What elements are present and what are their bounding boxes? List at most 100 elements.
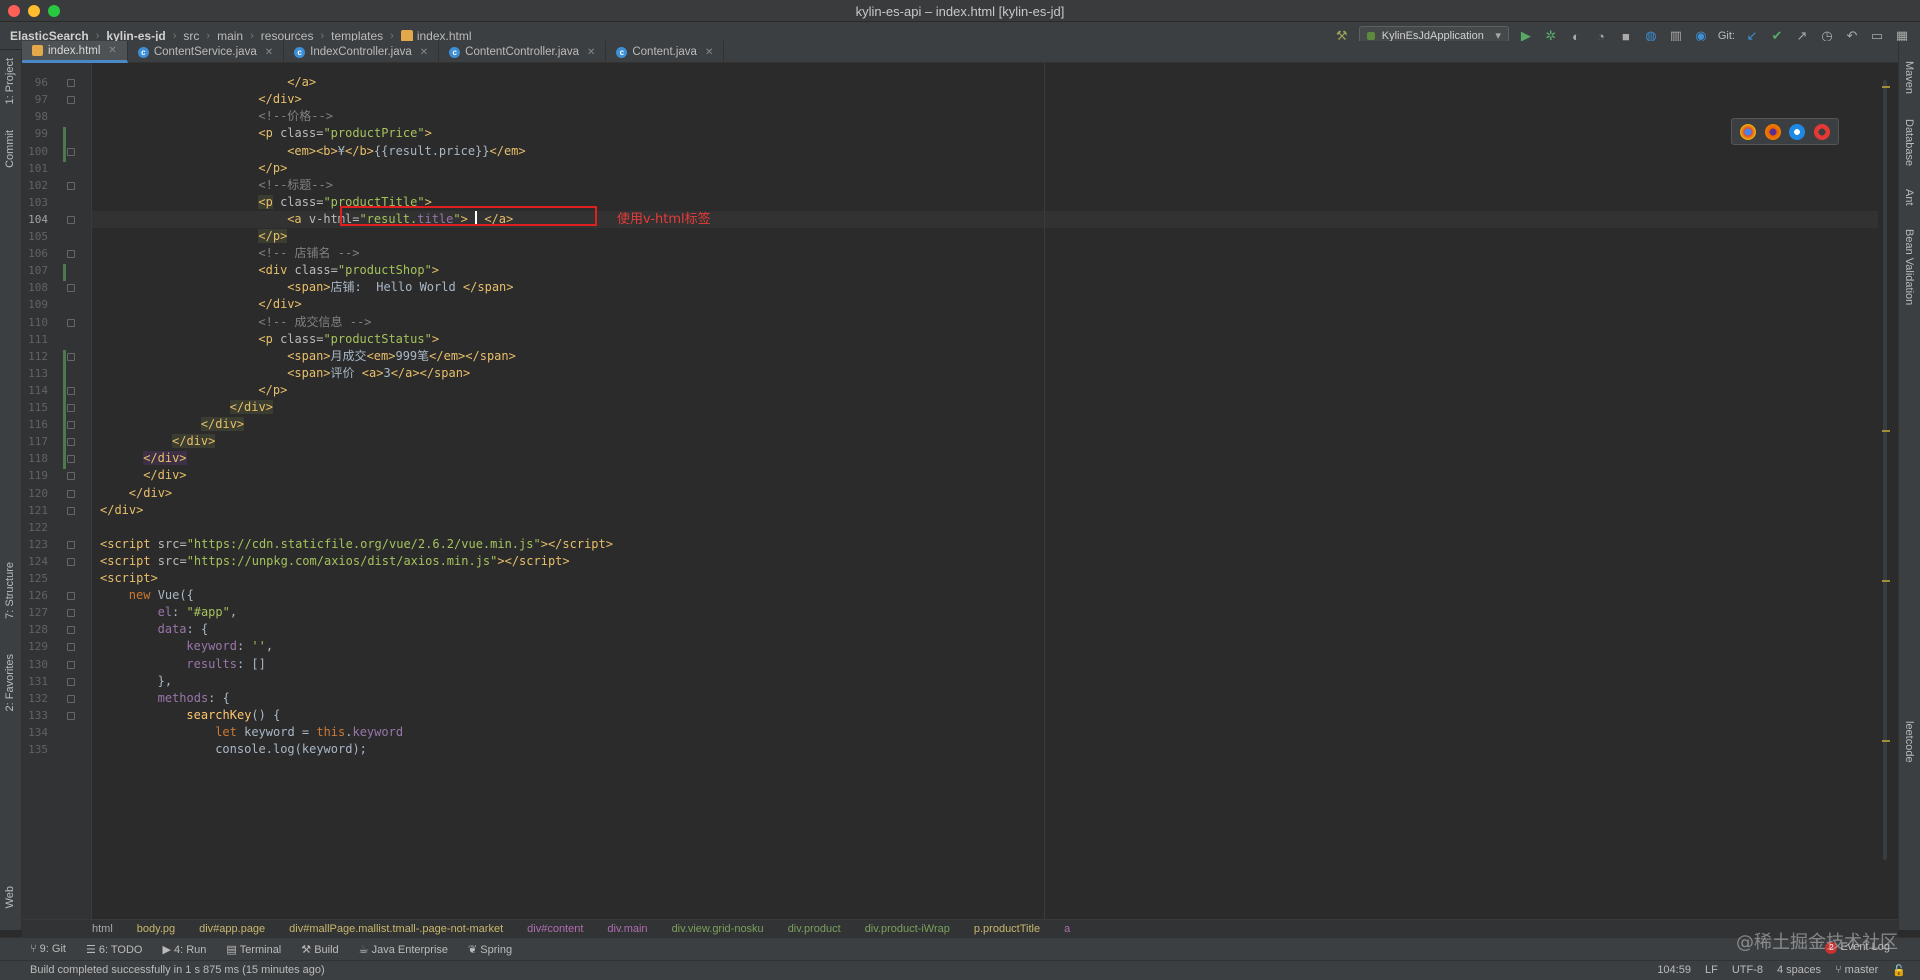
- code-line[interactable]: </div>: [92, 450, 1878, 467]
- line-number[interactable]: 127: [22, 606, 48, 619]
- line-number[interactable]: 123: [22, 538, 48, 551]
- code-line[interactable]: <span>月成交<em>999笔</em></span>: [92, 348, 1878, 365]
- code-line[interactable]: </p>: [92, 160, 1878, 177]
- vcs-change-marker[interactable]: [63, 349, 66, 470]
- line-number[interactable]: 105: [22, 230, 48, 243]
- path-crumb[interactable]: div.product: [788, 923, 841, 935]
- line-number[interactable]: 104: [22, 213, 48, 226]
- code-line[interactable]: <span>评价 <a>3</a></span>: [92, 365, 1878, 382]
- line-number[interactable]: 135: [22, 743, 48, 756]
- fold-marker-icon[interactable]: [67, 506, 75, 515]
- path-crumb[interactable]: div.main: [607, 923, 647, 935]
- status-message[interactable]: Build completed successfully in 1 s 875 …: [30, 964, 325, 976]
- path-crumb[interactable]: p.productTitle: [974, 923, 1040, 935]
- fold-marker-icon[interactable]: [67, 79, 75, 88]
- close-icon[interactable]: ✕: [587, 47, 595, 58]
- fold-marker-icon[interactable]: [67, 404, 75, 412]
- path-crumb[interactable]: body.pg: [137, 923, 175, 935]
- line-number[interactable]: 101: [22, 162, 48, 175]
- line-number[interactable]: 113: [22, 367, 48, 380]
- code-line[interactable]: let keyword = this.keyword: [92, 724, 1878, 741]
- fold-marker-icon[interactable]: [67, 677, 75, 686]
- line-number[interactable]: 129: [22, 640, 48, 653]
- indent-setting[interactable]: 4 spaces: [1777, 964, 1821, 977]
- fold-marker-icon[interactable]: [67, 318, 75, 327]
- safari-icon[interactable]: [1789, 123, 1806, 140]
- line-number[interactable]: 109: [22, 298, 48, 311]
- code-line[interactable]: <!-- 成交信息 -->: [92, 314, 1878, 331]
- fold-marker-icon[interactable]: [67, 711, 75, 720]
- line-number[interactable]: 106: [22, 247, 48, 260]
- code-line[interactable]: keyword: '',: [92, 638, 1878, 655]
- fold-marker-icon[interactable]: [67, 694, 75, 703]
- fold-marker-icon[interactable]: [67, 438, 75, 447]
- line-number[interactable]: 112: [22, 350, 48, 363]
- line-number[interactable]: 97: [22, 93, 48, 106]
- terminal-tool-button[interactable]: ▤ Terminal: [226, 943, 281, 956]
- caret-position[interactable]: 104:59: [1657, 964, 1691, 977]
- bean-validation-tool-button[interactable]: Bean Validation: [1903, 229, 1915, 305]
- line-number[interactable]: 115: [22, 401, 48, 414]
- line-number[interactable]: 110: [22, 316, 48, 329]
- fold-marker-icon[interactable]: [67, 215, 75, 224]
- code-line[interactable]: <!--标题-->: [92, 177, 1878, 194]
- line-number[interactable]: 98: [22, 110, 48, 123]
- close-icon[interactable]: ✕: [108, 45, 116, 56]
- firefox-icon[interactable]: [1764, 123, 1781, 140]
- line-number[interactable]: 118: [22, 452, 48, 465]
- line-number[interactable]: 128: [22, 623, 48, 636]
- line-number[interactable]: 107: [22, 264, 48, 277]
- line-number[interactable]: 119: [22, 469, 48, 482]
- scrollbar-thumb[interactable]: [1883, 80, 1887, 860]
- tab-content-service[interactable]: c ContentService.java ✕: [128, 41, 285, 63]
- fold-marker-icon[interactable]: [67, 643, 75, 652]
- path-crumb[interactable]: a: [1064, 923, 1070, 935]
- line-number[interactable]: 122: [22, 521, 48, 534]
- code-line[interactable]: </p>: [92, 228, 1878, 245]
- fold-marker-icon[interactable]: [67, 96, 75, 105]
- path-crumb[interactable]: div.product-iWrap: [865, 923, 950, 935]
- fold-marker-icon[interactable]: [67, 284, 75, 293]
- opera-icon[interactable]: [1813, 123, 1830, 140]
- code-line[interactable]: data: {: [92, 621, 1878, 638]
- line-number[interactable]: 116: [22, 418, 48, 431]
- file-encoding[interactable]: UTF-8: [1732, 964, 1763, 977]
- line-number[interactable]: 120: [22, 487, 48, 500]
- fold-marker-icon[interactable]: [67, 609, 75, 618]
- fold-marker-icon[interactable]: [67, 421, 75, 430]
- code-line[interactable]: methods: {: [92, 690, 1878, 707]
- ant-tool-button[interactable]: Ant: [1903, 189, 1915, 206]
- todo-tool-button[interactable]: ☰ 6: TODO: [86, 943, 143, 956]
- line-number[interactable]: 124: [22, 555, 48, 568]
- path-crumb[interactable]: html: [92, 923, 113, 935]
- fold-marker-icon[interactable]: [67, 181, 75, 190]
- spring-tool-button[interactable]: ❦ Spring: [468, 943, 512, 956]
- line-number[interactable]: 96: [22, 76, 48, 89]
- code-line[interactable]: </div>: [92, 296, 1878, 313]
- code-line[interactable]: searchKey() {: [92, 707, 1878, 724]
- code-line[interactable]: </div>: [92, 433, 1878, 450]
- line-number[interactable]: 102: [22, 179, 48, 192]
- line-number[interactable]: 100: [22, 145, 48, 158]
- leetcode-tool-button[interactable]: leetcode: [1903, 721, 1915, 763]
- code-line[interactable]: <div class="productShop">: [92, 262, 1878, 279]
- line-number[interactable]: 126: [22, 589, 48, 602]
- code-editor[interactable]: console.log(keyword); let keyword = this.…: [92, 63, 1878, 919]
- code-line[interactable]: <span>店铺: Hello World </span>: [92, 279, 1878, 296]
- fold-marker-icon[interactable]: [67, 557, 75, 566]
- path-crumb[interactable]: div#app.page: [199, 923, 265, 935]
- line-number[interactable]: 132: [22, 692, 48, 705]
- database-tool-button[interactable]: Database: [1903, 119, 1915, 166]
- maven-tool-button[interactable]: Maven: [1903, 61, 1915, 94]
- fold-marker-icon[interactable]: [67, 147, 75, 156]
- code-line[interactable]: </div>: [92, 502, 1878, 519]
- path-crumb[interactable]: div.view.grid-nosku: [672, 923, 764, 935]
- path-crumb[interactable]: div#mallPage.mallist.tmall-.page-not-mar…: [289, 923, 503, 935]
- line-number[interactable]: 117: [22, 435, 48, 448]
- code-line[interactable]: </div>: [92, 467, 1878, 484]
- git-tool-button[interactable]: ⑂ 9: Git: [30, 943, 66, 955]
- line-number[interactable]: 133: [22, 709, 48, 722]
- fold-marker-icon[interactable]: [67, 592, 75, 601]
- code-line[interactable]: el: "#app",: [92, 604, 1878, 621]
- line-number[interactable]: 121: [22, 504, 48, 517]
